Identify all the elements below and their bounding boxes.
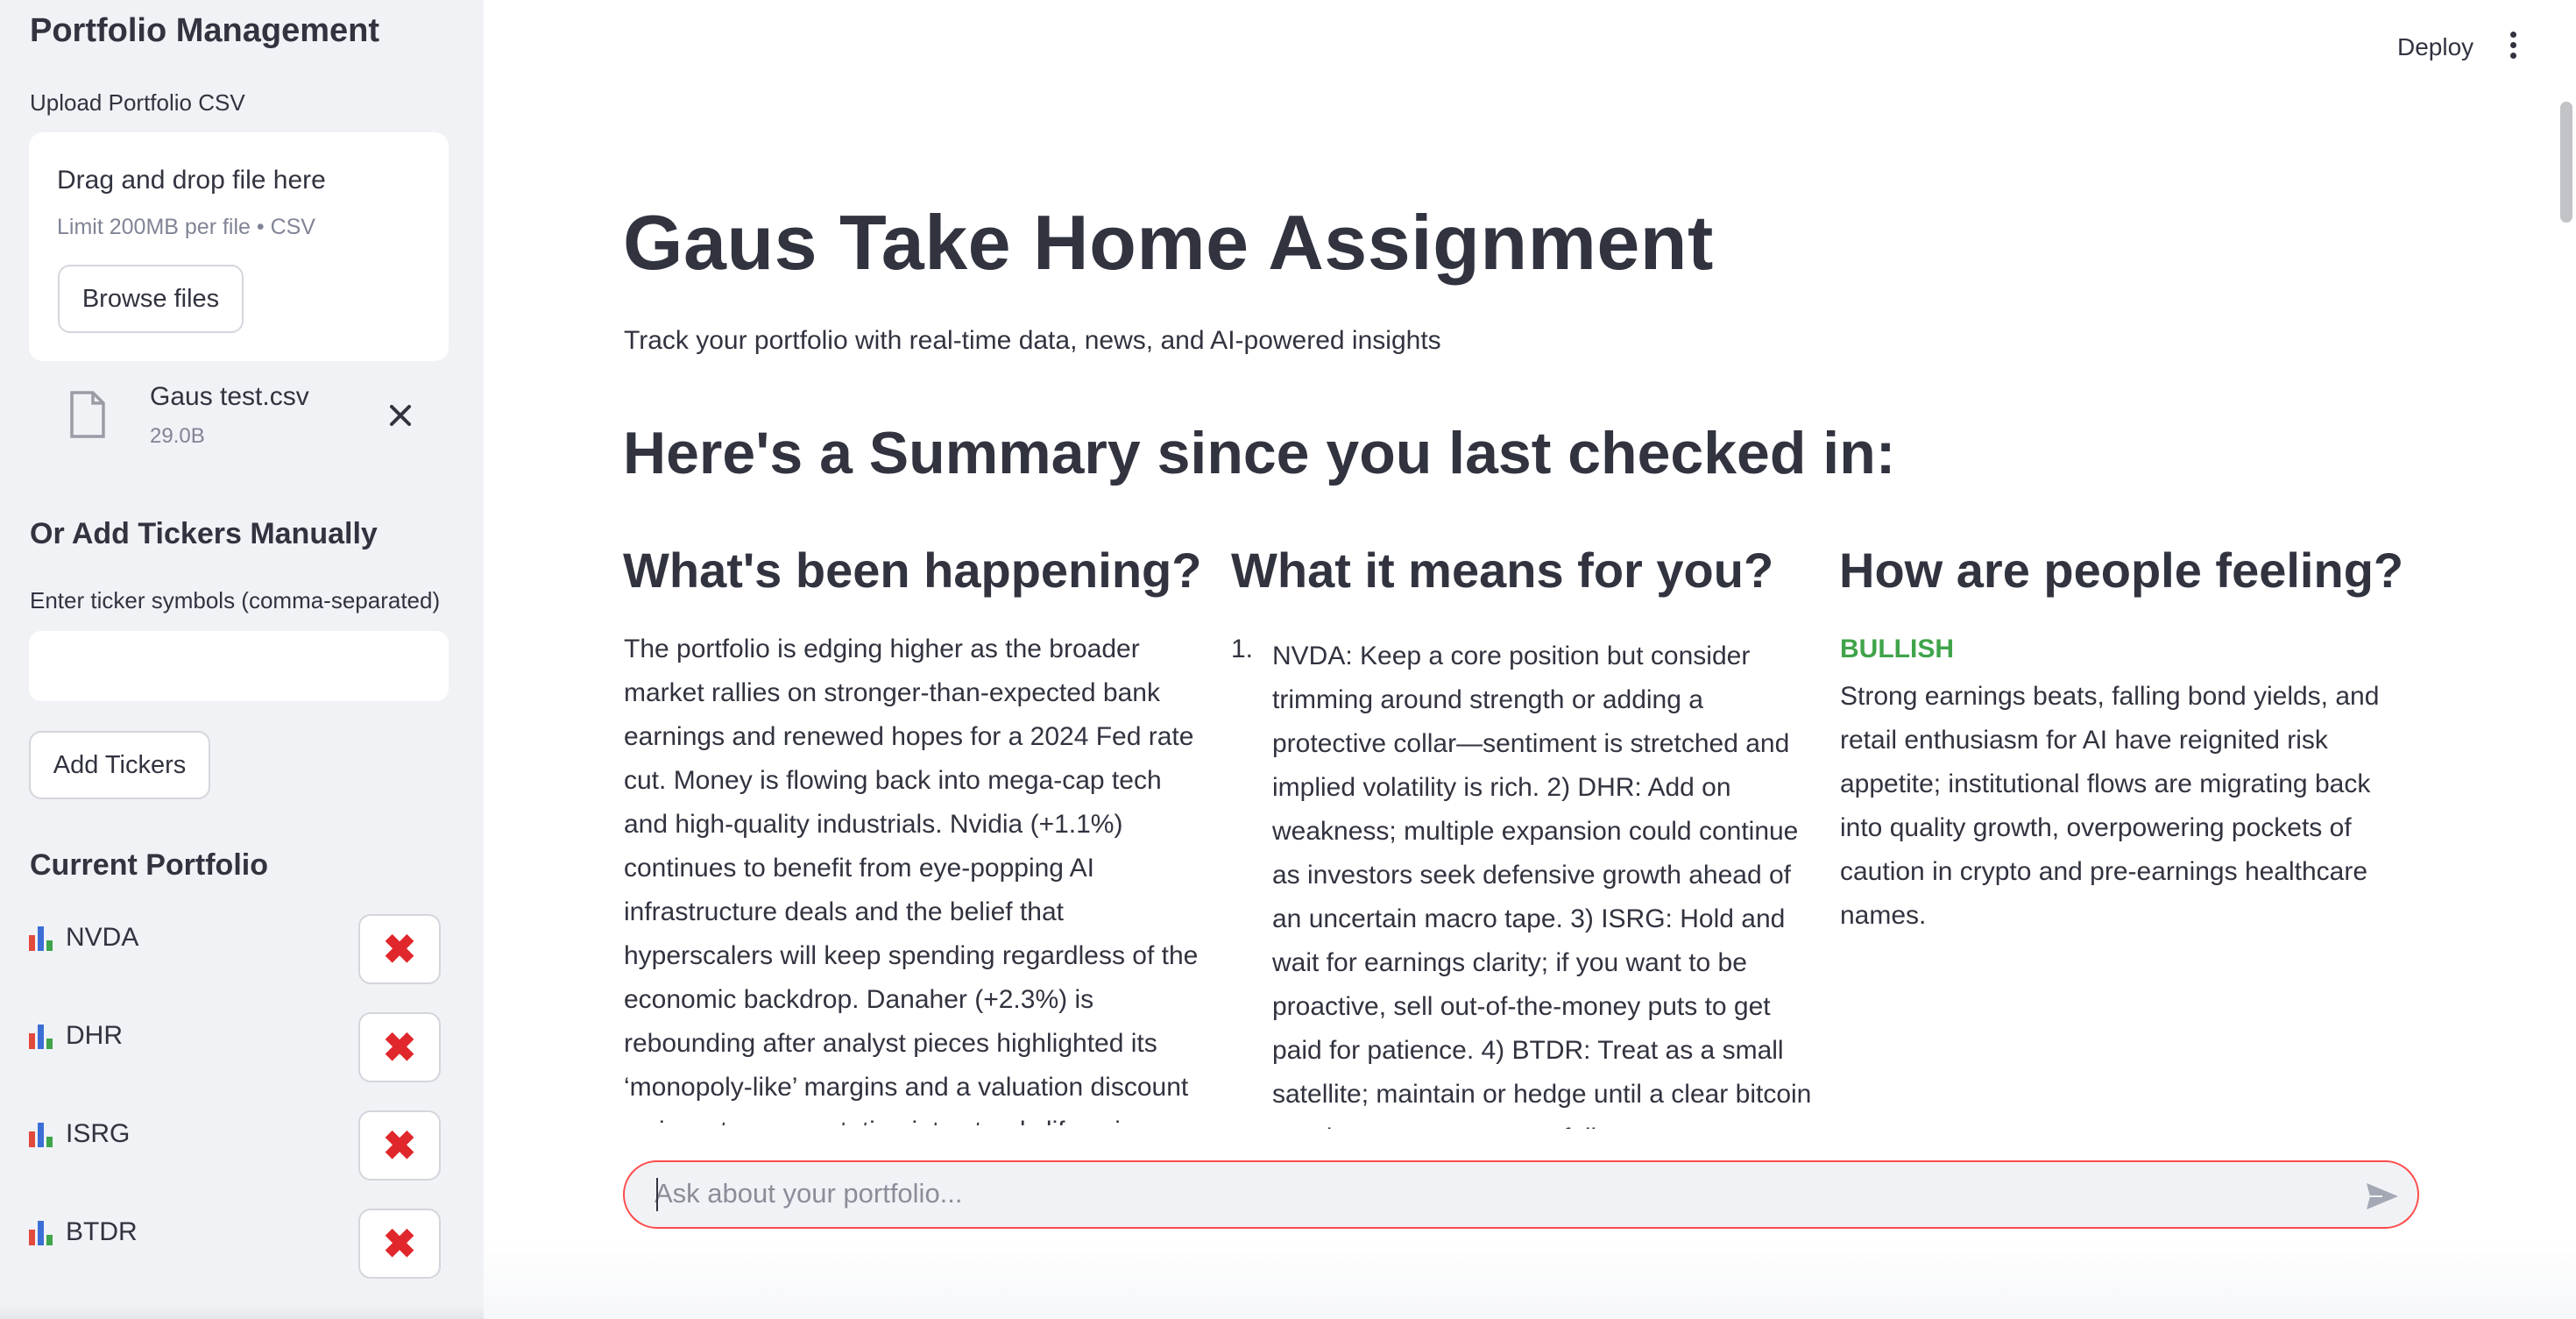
file-dropzone[interactable]: Drag and drop file here Limit 200MB per … (29, 132, 449, 361)
ticker-input[interactable] (29, 631, 449, 701)
ticker-symbol: ISRG (66, 1119, 131, 1148)
portfolio-item: BTDR ✖ (29, 1209, 441, 1279)
deploy-button[interactable]: Deploy (2397, 33, 2473, 61)
file-name: Gaus test.csv (150, 382, 309, 411)
ticker-symbol: BTDR (66, 1217, 138, 1246)
portfolio-heading: Current Portfolio (30, 848, 268, 882)
page-title: Gaus Take Home Assignment (623, 199, 1714, 286)
remove-ticker-button[interactable]: ✖ (358, 1012, 441, 1082)
remove-ticker-button[interactable]: ✖ (358, 1209, 441, 1279)
remove-ticker-button[interactable]: ✖ (358, 914, 441, 984)
bar-chart-icon (29, 1023, 57, 1049)
close-icon[interactable] (383, 398, 418, 433)
column-happening: What's been happening? The portfolio is … (623, 542, 1212, 1125)
dropzone-title: Drag and drop file here (57, 166, 326, 195)
cross-mark-icon: ✖ (382, 1025, 417, 1070)
chat-input[interactable]: Ask about your portfolio... (623, 1160, 2419, 1229)
ticker-symbol: DHR (66, 1021, 123, 1050)
upload-label: Upload Portfolio CSV (30, 89, 245, 116)
ticker-input-label: Enter ticker symbols (comma-separated) (30, 587, 441, 613)
dropzone-limit: Limit 200MB per file • CSV (57, 215, 315, 239)
column-feeling: How are people feeling? (1839, 542, 2428, 599)
sidebar-bottom-shadow (0, 1305, 484, 1319)
page-subtitle: Track your portfolio with real-time data… (624, 326, 1441, 355)
chat-placeholder: Ask about your portfolio... (655, 1178, 963, 1209)
column-body: The portfolio is edging higher as the br… (624, 635, 1199, 1125)
column-meaning: What it means for you? 1. NVDA: Keep a c… (1231, 542, 1820, 1129)
uploaded-file: Gaus test.csv 29.0B (29, 379, 449, 457)
manual-heading: Or Add Tickers Manually (30, 517, 378, 550)
ticker-symbol: NVDA (66, 923, 139, 952)
column-heading: What it means for you? (1231, 542, 1774, 598)
sidebar-title: Portfolio Management (30, 12, 380, 49)
remove-ticker-button[interactable]: ✖ (358, 1110, 441, 1181)
sidebar: Portfolio Management Upload Portfolio CS… (0, 0, 484, 1319)
add-tickers-button[interactable]: Add Tickers (29, 731, 210, 799)
column-heading: What's been happening? (623, 542, 1202, 598)
portfolio-item: DHR ✖ (29, 1012, 441, 1082)
portfolio-item: ISRG ✖ (29, 1110, 441, 1181)
column-body: NVDA: Keep a core position but consider … (1272, 642, 1812, 1129)
text-caret (656, 1178, 658, 1211)
bar-chart-icon (29, 925, 57, 951)
cross-mark-icon: ✖ (382, 1221, 417, 1266)
kebab-menu-icon[interactable] (2508, 32, 2518, 67)
bar-chart-icon (29, 1121, 57, 1147)
file-size: 29.0B (150, 424, 205, 448)
summary-heading: Here's a Summary since you last checked … (623, 420, 1896, 486)
cross-mark-icon: ✖ (382, 926, 417, 972)
list-number: 1. (1231, 635, 1254, 663)
send-icon[interactable] (2365, 1181, 2400, 1211)
sentiment-badge: BULLISH (1840, 635, 1954, 663)
column-body: Strong earnings beats, falling bond yiel… (1840, 682, 2380, 930)
column-heading: How are people feeling? (1839, 542, 2404, 598)
bottom-fade (484, 1236, 2576, 1319)
scrollbar[interactable] (2560, 102, 2572, 223)
portfolio-item: NVDA ✖ (29, 914, 441, 984)
browse-files-button[interactable]: Browse files (58, 265, 244, 333)
file-icon (70, 391, 105, 438)
cross-mark-icon: ✖ (382, 1123, 417, 1168)
bar-chart-icon (29, 1219, 57, 1245)
